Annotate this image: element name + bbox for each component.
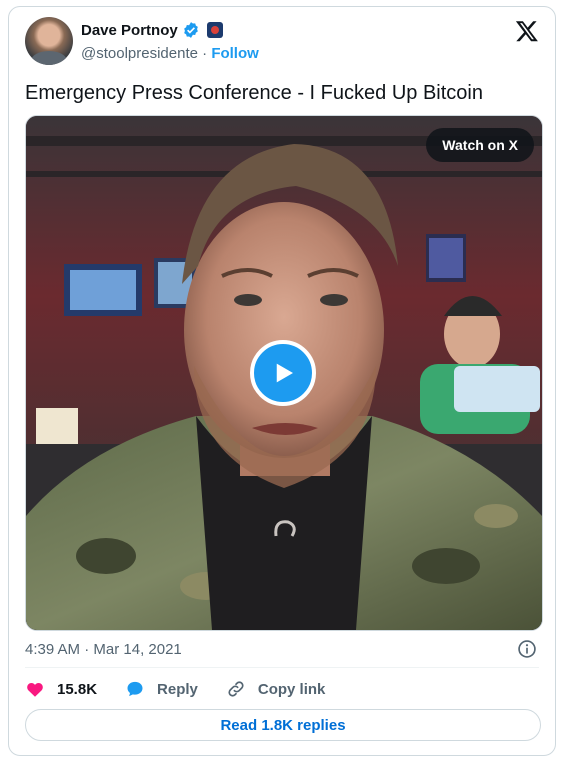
- like-count: 15.8K: [57, 680, 98, 698]
- play-icon: [276, 363, 293, 383]
- x-logo-icon[interactable]: [515, 19, 539, 43]
- post-time: 4:39 AM: [25, 641, 81, 658]
- author-avatar[interactable]: [25, 17, 73, 65]
- reply-label: Reply: [157, 680, 198, 698]
- play-button[interactable]: [250, 340, 316, 406]
- action-bar: 15.8K Reply Copy link: [25, 677, 353, 701]
- author-display-name[interactable]: Dave Portnoy: [81, 22, 178, 39]
- author-name-row: Dave Portnoy: [81, 21, 223, 39]
- heart-icon: [27, 683, 43, 697]
- verified-badge-icon: [183, 22, 198, 38]
- author-handle-row: @stoolpresidente · Follow: [81, 45, 259, 62]
- like-button[interactable]: 15.8K: [25, 679, 97, 699]
- post-date: Mar 14, 2021: [93, 641, 182, 658]
- read-replies-button[interactable]: Read 1.8K replies: [25, 709, 541, 741]
- copy-link-button[interactable]: Copy link: [226, 679, 326, 699]
- affiliate-badge-icon[interactable]: [206, 22, 223, 38]
- info-icon[interactable]: [517, 639, 537, 659]
- reply-bubble-icon: [127, 681, 143, 697]
- divider: [25, 667, 539, 668]
- post-text: Emergency Press Conference - I Fucked Up…: [25, 82, 483, 104]
- author-handle[interactable]: @stoolpresidente: [81, 45, 198, 62]
- post-timestamp[interactable]: 4:39 AM · Mar 14, 2021: [25, 641, 182, 658]
- timestamp-separator: ·: [84, 641, 94, 658]
- embedded-post-card[interactable]: Dave Portnoy @stoolpresidente · Follow E…: [8, 6, 556, 756]
- watch-on-x-button[interactable]: Watch on X: [426, 128, 534, 162]
- video-media[interactable]: Watch on X: [25, 115, 543, 631]
- copy-link-label: Copy link: [257, 680, 326, 698]
- handle-separator: ·: [202, 45, 208, 62]
- link-icon: [228, 681, 244, 697]
- follow-link[interactable]: Follow: [211, 45, 259, 62]
- reply-button[interactable]: Reply: [125, 679, 198, 699]
- avatar-shirt: [31, 51, 67, 65]
